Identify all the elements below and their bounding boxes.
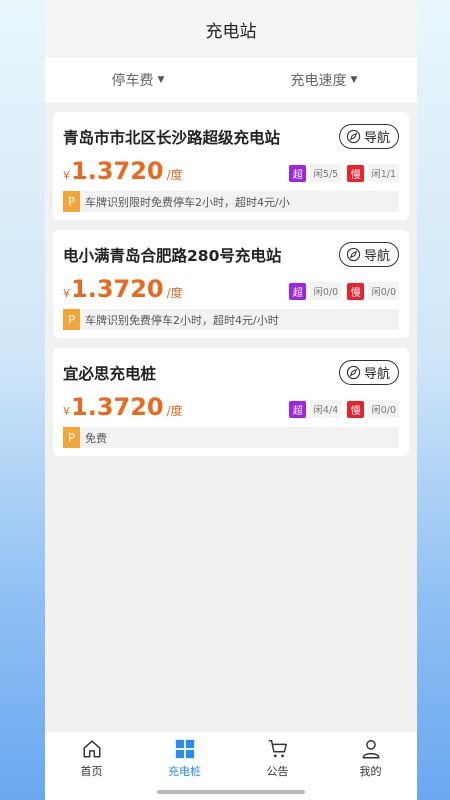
header-bar: 充电站 [45, 0, 417, 58]
parking-icon: P [63, 427, 80, 448]
filter-parking-fee-label: 停车费 [111, 73, 154, 89]
home-indicator [157, 790, 305, 794]
price: ¥ 1.3720 /度 [63, 393, 183, 421]
super-idle-count: 闲0/0 [310, 282, 342, 300]
station-name: 电小满青岛合肥路280号充电站 [63, 246, 282, 265]
price-unit: /度 [166, 404, 183, 418]
super-charger-badge: 超 [289, 400, 307, 418]
tab-charging-piles-label: 充电桩 [168, 765, 201, 778]
app-screen: 充电站 停车费 ▼ 充电速度 ▼ 青岛市市北区长沙路超级充电站 导航 ¥ 1.3… [45, 0, 417, 800]
slow-charger-badge: 慢 [347, 164, 365, 182]
cart-icon [268, 740, 287, 758]
charger-status: 超 闲4/4 慢 闲0/0 [289, 400, 399, 421]
tab-announcements-label: 公告 [266, 765, 289, 778]
station-name: 青岛市市北区长沙路超级充电站 [63, 128, 281, 147]
navigate-label: 导航 [363, 131, 390, 146]
navigate-label: 导航 [363, 249, 390, 264]
slow-charger-badge: 慢 [347, 400, 365, 418]
navigate-button[interactable]: 导航 [338, 360, 399, 385]
filter-parking-fee[interactable]: 停车费 ▼ [45, 70, 231, 90]
parking-text: 车牌识别免费停车2小时，超时4元/小时 [85, 313, 279, 327]
compass-icon [346, 247, 361, 262]
grid-icon [175, 739, 194, 759]
price-value: 1.3720 [71, 275, 164, 303]
charger-status: 超 闲5/5 慢 闲1/1 [289, 164, 399, 185]
slow-idle-count: 闲1/1 [368, 164, 399, 182]
parking-info: P 车牌识别免费停车2小时，超时4元/小时 [63, 309, 399, 330]
tab-home-label: 首页 [80, 765, 103, 778]
home-icon [82, 740, 101, 758]
caret-down-icon: ▼ [350, 75, 358, 85]
page-title: 充电站 [205, 21, 257, 42]
caret-down-icon: ▼ [157, 75, 165, 85]
bottom-tab-bar: 首页 充电桩 公告 我的 [45, 732, 417, 800]
station-card[interactable]: 宜必思充电桩 导航 ¥ 1.3720 /度 超 闲4/4 慢 闲0/0 P 免费 [53, 348, 409, 456]
station-card[interactable]: 电小满青岛合肥路280号充电站 导航 ¥ 1.3720 /度 超 闲0/0 慢 … [53, 230, 409, 338]
price: ¥ 1.3720 /度 [63, 157, 183, 185]
tab-home[interactable]: 首页 [45, 738, 138, 800]
price-value: 1.3720 [71, 393, 164, 421]
navigate-button[interactable]: 导航 [338, 242, 399, 267]
compass-icon [346, 129, 361, 144]
super-charger-badge: 超 [289, 164, 307, 182]
user-icon [361, 740, 380, 759]
filter-charge-speed-label: 充电速度 [290, 73, 347, 89]
navigate-button[interactable]: 导航 [338, 124, 399, 149]
charger-status: 超 闲0/0 慢 闲0/0 [289, 282, 399, 303]
super-idle-count: 闲5/5 [310, 164, 342, 182]
price: ¥ 1.3720 /度 [63, 275, 183, 303]
parking-icon: P [63, 309, 80, 330]
filter-charge-speed[interactable]: 充电速度 ▼ [231, 70, 417, 90]
price-symbol: ¥ [63, 405, 70, 418]
navigate-label: 导航 [363, 367, 390, 382]
slow-idle-count: 闲0/0 [368, 400, 399, 418]
price-unit: /度 [166, 168, 183, 182]
super-idle-count: 闲4/4 [310, 400, 342, 418]
filter-bar: 停车费 ▼ 充电速度 ▼ [45, 58, 417, 102]
price-unit: /度 [166, 286, 183, 300]
super-charger-badge: 超 [289, 282, 307, 300]
tab-mine-label: 我的 [359, 765, 382, 778]
parking-info: P 免费 [63, 427, 399, 448]
slow-charger-badge: 慢 [347, 282, 365, 300]
parking-text: 免费 [85, 431, 107, 445]
parking-info: P 车牌识别限时免费停车2小时，超时4元/小 [63, 191, 399, 212]
price-value: 1.3720 [71, 157, 164, 185]
station-name: 宜必思充电桩 [63, 364, 157, 383]
slow-idle-count: 闲0/0 [368, 282, 399, 300]
station-card[interactable]: 青岛市市北区长沙路超级充电站 导航 ¥ 1.3720 /度 超 闲5/5 慢 闲… [53, 112, 409, 220]
parking-text: 车牌识别限时免费停车2小时，超时4元/小 [85, 195, 290, 209]
tab-mine[interactable]: 我的 [324, 738, 417, 800]
price-symbol: ¥ [63, 169, 70, 182]
compass-icon [346, 365, 361, 380]
station-list: 青岛市市北区长沙路超级充电站 导航 ¥ 1.3720 /度 超 闲5/5 慢 闲… [45, 102, 417, 550]
price-symbol: ¥ [63, 287, 70, 300]
parking-icon: P [63, 191, 80, 212]
